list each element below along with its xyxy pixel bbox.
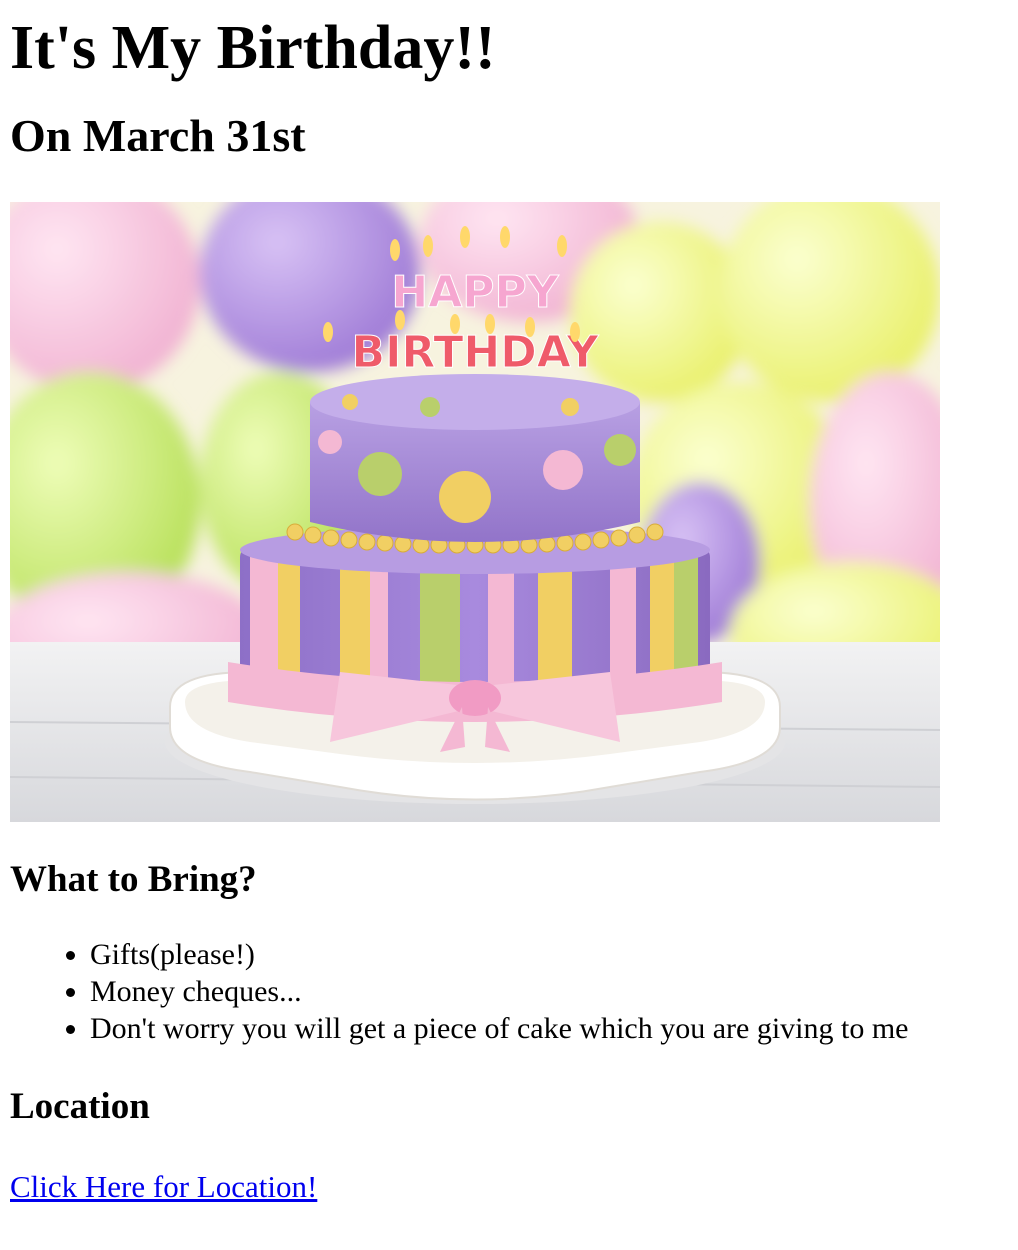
location-link[interactable]: Click Here for Location! bbox=[10, 1167, 317, 1207]
page: It's My Birthday!! On March 31st HAPPY B… bbox=[0, 12, 1018, 1207]
bring-heading: What to Bring? bbox=[10, 859, 257, 900]
location-heading: Location bbox=[10, 1086, 150, 1127]
page-subtitle: On March 31st bbox=[10, 110, 306, 161]
list-item: Don't worry you will get a piece of cake… bbox=[90, 1010, 1008, 1047]
cake-topper-line1: HAPPY bbox=[391, 267, 559, 318]
bring-list: Gifts(please!) Money cheques... Don't wo… bbox=[10, 936, 1008, 1047]
birthday-cake-image: HAPPY BIRTHDAY bbox=[10, 202, 940, 822]
page-title: It's My Birthday!! bbox=[10, 14, 496, 82]
list-item: Gifts(please!) bbox=[90, 936, 1008, 973]
cake-topper-line2: BIRTHDAY bbox=[352, 327, 600, 378]
list-item: Money cheques... bbox=[90, 973, 1008, 1010]
